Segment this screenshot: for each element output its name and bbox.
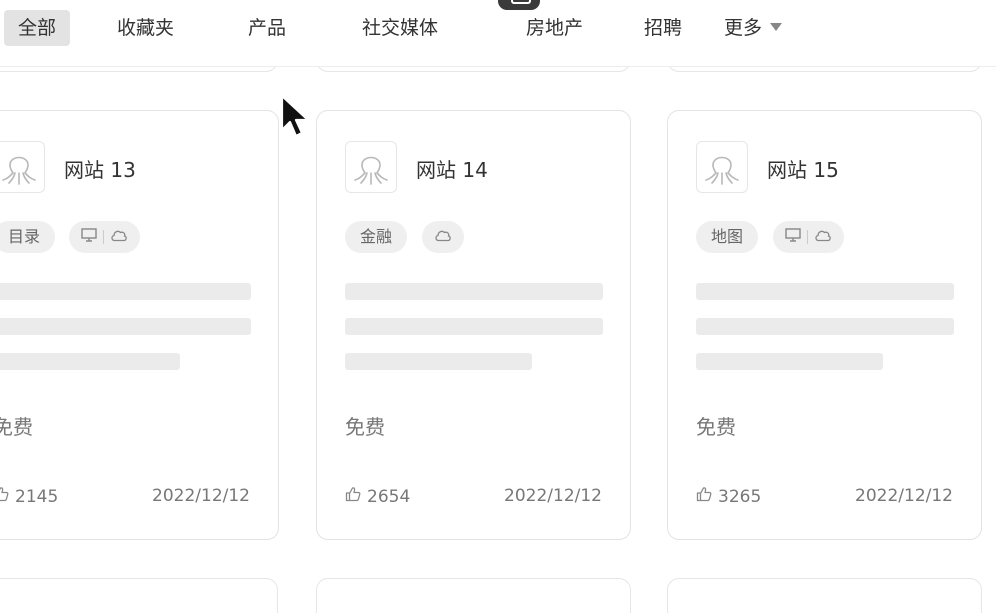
cloud-icon <box>434 221 452 253</box>
description-skeleton <box>345 318 603 335</box>
platform-tag <box>69 221 140 253</box>
card-title: 网站 13 <box>64 158 136 182</box>
card-stub-bottom[interactable] <box>0 578 278 613</box>
card-stub-bottom[interactable] <box>667 578 982 613</box>
tab-products[interactable]: 产品 <box>248 10 286 46</box>
thumbs-up-icon <box>345 486 361 507</box>
tab-all[interactable]: 全部 <box>4 10 71 46</box>
description-skeleton <box>696 353 883 370</box>
price-label: 免费 <box>0 415 33 439</box>
platform-tag <box>422 221 464 253</box>
tab-recruiting[interactable]: 招聘 <box>644 10 682 46</box>
octopus-logo-icon <box>0 141 45 193</box>
price-label: 免费 <box>696 415 736 439</box>
category-nav: 全部 收藏夹 产品 社交媒体 房地产 招聘 更多 <box>0 0 996 67</box>
description-skeleton <box>0 318 251 335</box>
tab-more[interactable]: 更多 <box>724 10 783 46</box>
drag-handle-icon[interactable] <box>498 0 540 10</box>
tab-social-media[interactable]: 社交媒体 <box>362 10 438 46</box>
card-title: 网站 14 <box>416 158 488 182</box>
app-root: 全部 收藏夹 产品 社交媒体 房地产 招聘 更多 网站 13 目录 免费 214… <box>0 0 996 613</box>
monitor-icon <box>81 221 97 253</box>
description-skeleton <box>345 353 532 370</box>
website-card[interactable]: 网站 13 目录 免费 2145 2022/12/12 <box>0 110 279 540</box>
divider <box>807 230 808 244</box>
card-stub-bottom[interactable] <box>316 578 631 613</box>
monitor-icon <box>785 221 801 253</box>
description-skeleton <box>696 318 954 335</box>
category-tag[interactable]: 目录 <box>0 221 56 253</box>
category-tag[interactable]: 地图 <box>696 221 759 253</box>
cloud-icon <box>814 221 832 253</box>
publish-date: 2022/12/12 <box>504 486 602 506</box>
platform-tag <box>773 221 844 253</box>
octopus-logo-icon <box>345 141 397 193</box>
tab-real-estate[interactable]: 房地产 <box>526 10 583 46</box>
octopus-logo-icon <box>696 141 748 193</box>
description-skeleton <box>345 283 603 300</box>
thumbs-up-icon <box>696 486 712 507</box>
category-tag[interactable]: 金融 <box>345 221 408 253</box>
publish-date: 2022/12/12 <box>855 486 953 506</box>
tab-favorites[interactable]: 收藏夹 <box>117 10 174 46</box>
thumbs-up-icon <box>0 486 9 507</box>
description-skeleton <box>696 283 954 300</box>
like-count[interactable]: 2145 <box>0 486 58 507</box>
cloud-icon <box>110 221 128 253</box>
like-count[interactable]: 2654 <box>345 486 410 507</box>
website-card[interactable]: 网站 15 地图 免费 3265 2022/12/12 <box>667 110 982 540</box>
publish-date: 2022/12/12 <box>152 486 250 506</box>
price-label: 免费 <box>345 415 385 439</box>
description-skeleton <box>0 353 180 370</box>
website-card[interactable]: 网站 14 金融 免费 2654 2022/12/12 <box>316 110 631 540</box>
divider <box>103 230 104 244</box>
like-count[interactable]: 3265 <box>696 486 761 507</box>
caret-down-icon <box>770 22 783 31</box>
description-skeleton <box>0 283 251 300</box>
mouse-pointer-icon <box>280 94 318 144</box>
card-title: 网站 15 <box>767 158 839 182</box>
